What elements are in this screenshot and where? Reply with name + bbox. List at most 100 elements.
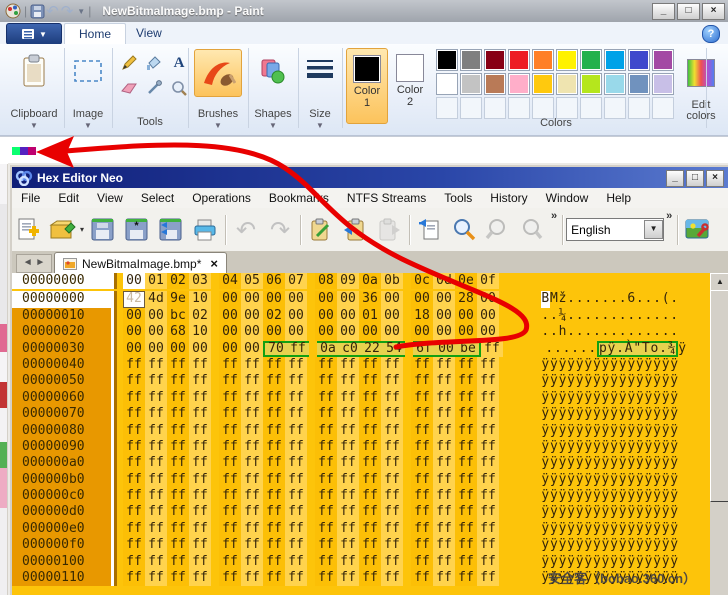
ascii-char[interactable]: ÿ (636, 472, 645, 488)
hex-byte[interactable]: ff (433, 504, 455, 520)
ascii-char[interactable]: ÿ (567, 504, 576, 520)
ascii-char[interactable]: ÿ (627, 406, 636, 422)
hex-byte[interactable]: ff (315, 406, 337, 422)
hex-byte[interactable]: ff (219, 570, 241, 586)
hex-byte[interactable]: ff (359, 488, 381, 504)
palette-swatch-empty-3[interactable] (508, 97, 530, 119)
hex-byte[interactable]: ff (477, 570, 499, 586)
hex-byte[interactable]: ff (123, 488, 145, 504)
ascii-char[interactable]: ÿ (661, 357, 670, 373)
palette-swatch-r1-9[interactable] (652, 49, 674, 71)
palette-swatch-empty-7[interactable] (604, 97, 626, 119)
hex-byte[interactable]: ff (167, 472, 189, 488)
ascii-char[interactable]: . (644, 324, 653, 340)
ascii-char[interactable]: ÿ (584, 390, 593, 406)
ascii-char[interactable]: ÿ (644, 504, 653, 520)
palette-swatch-empty-5[interactable] (556, 97, 578, 119)
hex-byte[interactable]: 00 (477, 291, 499, 307)
hex-byte[interactable]: ff (433, 390, 455, 406)
hex-byte[interactable]: ff (411, 357, 433, 373)
hex-byte[interactable]: ff (455, 390, 477, 406)
hex-byte[interactable]: ff (189, 406, 211, 422)
palette-swatch-r1-1[interactable] (460, 49, 482, 71)
ascii-char[interactable]: . (567, 324, 576, 340)
hex-byte[interactable]: 10 (189, 324, 211, 340)
group-shapes[interactable]: Shapes ▼ (250, 46, 296, 132)
hex-byte[interactable]: 4d (145, 291, 167, 307)
settings-button[interactable] (681, 212, 715, 248)
hex-byte[interactable]: ff (411, 504, 433, 520)
hex-byte[interactable]: ff (315, 488, 337, 504)
ascii-char[interactable]: ÿ (593, 521, 602, 537)
hex-byte[interactable]: ff (337, 570, 359, 586)
ascii-char[interactable]: ÿ (575, 472, 584, 488)
clipboard-paste-button[interactable] (372, 212, 406, 248)
hex-byte[interactable]: ff (315, 357, 337, 373)
ascii-char[interactable]: . (567, 291, 576, 307)
ascii-char[interactable]: ÿ (661, 472, 670, 488)
ascii-char[interactable]: ÿ (558, 390, 567, 406)
ascii-char[interactable]: ÿ (550, 488, 559, 504)
ascii-char[interactable]: 6 (627, 291, 636, 307)
hex-byte[interactable]: ff (433, 406, 455, 422)
hex-byte[interactable]: ff (145, 488, 167, 504)
hex-byte[interactable]: ff (189, 423, 211, 439)
palette-swatch-r1-4[interactable] (532, 49, 554, 71)
tab-view[interactable]: View (122, 23, 176, 44)
hex-byte[interactable]: 01 (359, 308, 381, 324)
hex-byte[interactable]: 00 (241, 341, 263, 357)
hex-byte[interactable]: 18 (411, 308, 433, 324)
ascii-char[interactable]: ÿ (550, 521, 559, 537)
ascii-char[interactable]: ÿ (653, 439, 662, 455)
hex-byte[interactable]: ff (337, 504, 359, 520)
ascii-char[interactable]: ÿ (661, 455, 670, 471)
ascii-char[interactable]: ÿ (670, 472, 679, 488)
hex-byte[interactable]: 00 (381, 324, 403, 340)
hex-byte[interactable]: 9e (167, 291, 189, 307)
hex-byte[interactable]: ff (433, 488, 455, 504)
ascii-char[interactable]: ÿ (541, 423, 550, 439)
ascii-char[interactable]: ÿ (558, 472, 567, 488)
hex-byte[interactable]: ff (145, 554, 167, 570)
hex-byte[interactable]: ff (455, 357, 477, 373)
ascii-char[interactable]: ÿ (567, 521, 576, 537)
save-all-button[interactable] (154, 212, 188, 248)
ascii-char[interactable]: . (541, 308, 550, 324)
ascii-char[interactable]: ÿ (567, 357, 576, 373)
hex-byte[interactable]: ff (411, 521, 433, 537)
ascii-char[interactable]: ÿ (541, 390, 550, 406)
hex-byte[interactable]: ff (263, 472, 285, 488)
hex-byte[interactable]: ff (123, 570, 145, 586)
ascii-char[interactable]: ÿ (644, 537, 653, 553)
ascii-char[interactable]: p (599, 343, 608, 355)
hex-byte[interactable]: ff (337, 423, 359, 439)
hex-byte[interactable]: ff (477, 554, 499, 570)
ascii-char[interactable]: ÿ (627, 357, 636, 373)
save-button[interactable] (86, 212, 120, 248)
ascii-char[interactable]: ÿ (670, 521, 679, 537)
hex-byte[interactable]: ff (241, 504, 263, 520)
ascii-char[interactable]: ÿ (593, 357, 602, 373)
ascii-char[interactable]: ÿ (610, 521, 619, 537)
ascii-char[interactable]: ÿ (653, 390, 662, 406)
hex-byte[interactable]: ff (381, 570, 403, 586)
hex-byte[interactable]: ff (477, 373, 499, 389)
hex-byte[interactable]: ff (241, 472, 263, 488)
ascii-char[interactable]: ÿ (558, 439, 567, 455)
hex-byte[interactable]: ff (219, 439, 241, 455)
ascii-char[interactable]: ÿ (584, 521, 593, 537)
ascii-char[interactable]: ÿ (627, 439, 636, 455)
hex-byte[interactable]: ff (455, 439, 477, 455)
hex-byte[interactable]: ff (315, 504, 337, 520)
hex-byte[interactable]: ff (241, 439, 263, 455)
shapes-icon[interactable] (253, 49, 293, 93)
ascii-char[interactable]: . (618, 324, 627, 340)
ascii-char[interactable]: ÿ (601, 521, 610, 537)
menu-bookmarks[interactable]: Bookmarks (260, 189, 338, 207)
palette-swatch-r2-1[interactable] (460, 73, 482, 95)
ascii-char[interactable]: ÿ (627, 537, 636, 553)
hex-byte[interactable]: ff (263, 570, 285, 586)
select-icon[interactable] (68, 49, 108, 93)
hex-byte[interactable]: 00 (123, 308, 145, 324)
hex-byte[interactable]: ff (219, 455, 241, 471)
